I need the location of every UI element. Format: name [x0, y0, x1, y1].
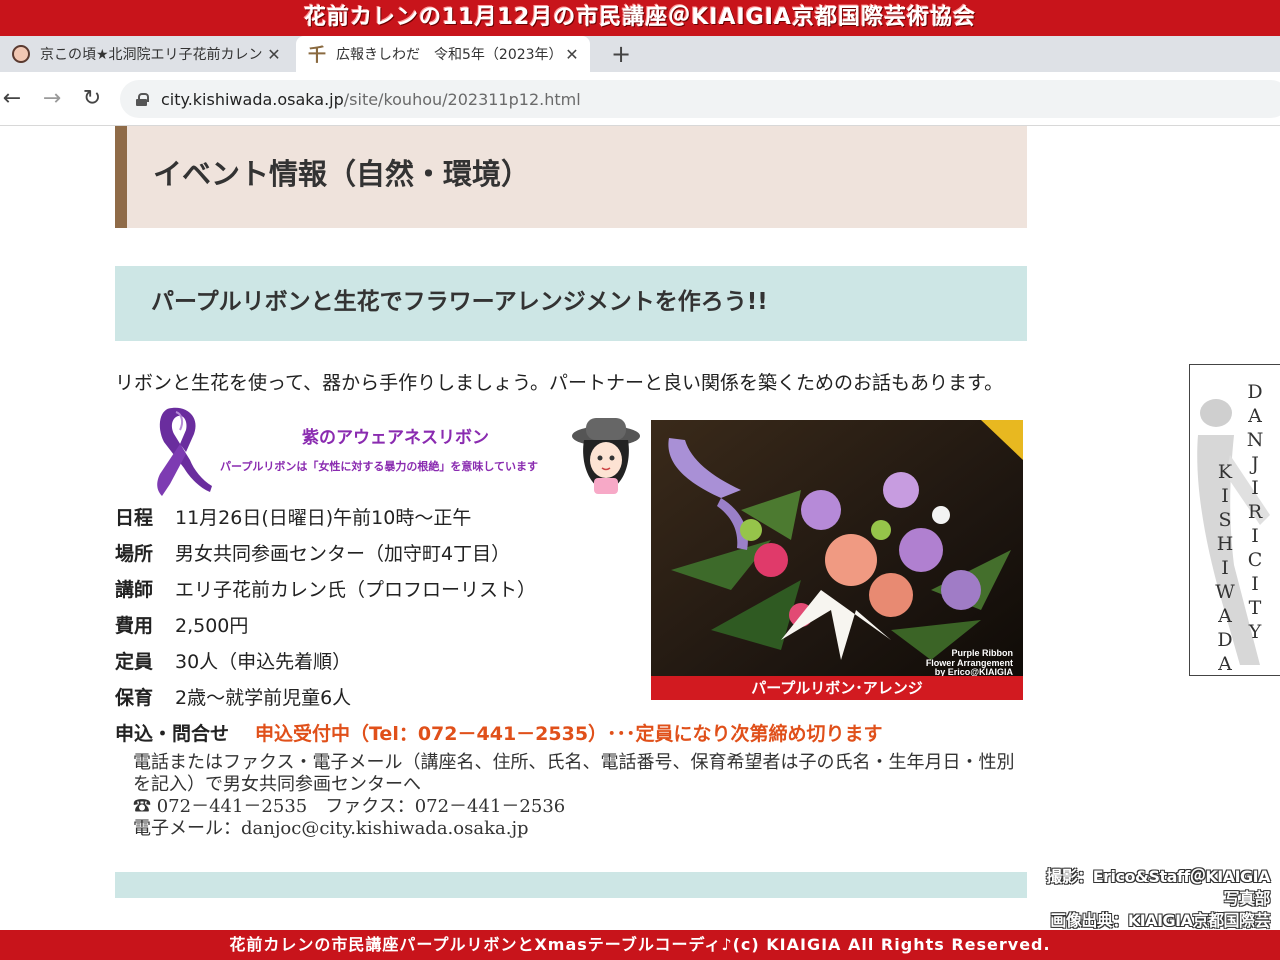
kishiwada-favicon-icon: 千 [308, 45, 326, 66]
new-tab-button[interactable]: + [606, 40, 636, 68]
info-row-capacity: 定員 30人（申込先着順） [115, 642, 655, 678]
info-label: 定員 [115, 650, 154, 673]
info-label: 場所 [115, 542, 154, 565]
close-icon[interactable]: ✕ [560, 45, 584, 64]
info-label: 日程 [115, 506, 154, 529]
url-host: city.kishiwada.osaka.jp [161, 89, 344, 109]
info-label: 講師 [115, 578, 154, 601]
info-row-childcare: 保育 2歳～就学前児童6人 [115, 678, 655, 714]
info-value: 30人（申込先着順） [175, 650, 352, 673]
tab-title: 広報きしわだ 令和5年（2023年） [336, 47, 560, 63]
forward-arrow-icon[interactable]: → [38, 85, 66, 113]
tab-title: 京この頃★北洞院エリ子花前カレン [40, 47, 262, 63]
info-row-date: 日程 11月26日(日曜日)午前10時～正午 [115, 498, 655, 534]
info-row-fee: 費用 2,500円 [115, 606, 655, 642]
apply-row: 申込・問合せ 申込受付中（Tel：072－441－2535）･･･定員になり次第… [115, 716, 1045, 748]
address-bar[interactable]: city.kishiwada.osaka.jp/site/kouhou/2023… [120, 80, 1280, 118]
top-banner: 花前カレンの11月12月の市民講座＠KIAIGIA京都国際芸術協会 [0, 0, 1280, 36]
info-row-instructor: 講師 エリ子花前カレン氏（プロフローリスト） [115, 570, 655, 606]
info-value: 2歳～就学前児童6人 [175, 686, 352, 709]
url-path: /site/kouhou/202311p12.html [343, 89, 581, 109]
browser-toolbar: ← → ↻ city.kishiwada.osaka.jp/site/kouho… [0, 72, 1280, 126]
danjiri-city-logo: DANJIRICITY KISHIWADA [1189, 364, 1280, 676]
logo-text-danjiri-city: DANJIRICITY [1244, 381, 1266, 645]
info-value: 11月26日(日曜日)午前10時～正午 [175, 506, 472, 529]
info-value: 男女共同参画センター（加守町4丁目） [175, 542, 511, 565]
back-arrow-icon[interactable]: ← [0, 85, 26, 113]
ribbon-subtitle: パープルリボンは「女性に対する暴力の根絶」を意味しています [220, 460, 539, 473]
tab-strip: 京この頃★北洞院エリ子花前カレン ✕ 千 広報きしわだ 令和5年（2023年） … [0, 36, 1280, 72]
logo-text-kishiwada: KISHIWADA [1214, 461, 1236, 676]
info-row-place: 場所 男女共同参画センター（加守町4丁目） [115, 534, 655, 570]
avatar-illustration [572, 418, 640, 494]
apply-status: 申込受付中（Tel：072－441－2535）･･･定員になり次第締め切ります [255, 722, 883, 745]
section-heading-events: イベント情報（自然・環境） [115, 126, 1027, 228]
tab-kouhou-kishiwada[interactable]: 千 広報きしわだ 令和5年（2023年） ✕ [296, 36, 590, 72]
info-value: エリ子花前カレン氏（プロフローリスト） [175, 578, 537, 601]
close-icon[interactable]: ✕ [262, 45, 286, 64]
info-label: 保育 [115, 686, 154, 709]
event-info-list: 日程 11月26日(日曜日)午前10時～正午 場所 男女共同参画センター（加守町… [115, 498, 655, 714]
photo-watermark-1: Purple Ribbon [952, 648, 1014, 658]
contact-info: 電話またはファクス・電子メール（講座名、住所、氏名、電話番号、保育希望者は子の氏… [133, 752, 1023, 840]
reload-icon[interactable]: ↻ [78, 85, 106, 113]
next-section-heading [115, 872, 1027, 898]
apply-label: 申込・問合せ [115, 722, 230, 745]
avatar-favicon-icon [12, 45, 30, 63]
photo-caption: パープルリボン･アレンジ [651, 676, 1023, 700]
contact-email[interactable]: 電子メール：danjoc@city.kishiwada.osaka.jp [133, 818, 1023, 840]
contact-phone-fax: ☎ 072－441－2535 ファクス：072－441－2536 [133, 796, 566, 817]
tab-kyo-konogoro[interactable]: 京この頃★北洞院エリ子花前カレン ✕ [0, 36, 292, 72]
url-text[interactable]: city.kishiwada.osaka.jp/site/kouhou/2023… [161, 90, 581, 109]
ribbon-title: 紫のアウェアネスリボン [302, 428, 489, 448]
info-label: 費用 [115, 614, 154, 637]
intro-text: リボンと生花を使って、器から手作りしましょう。パートナーと良い関係を築くためのお… [115, 372, 1004, 394]
lock-icon[interactable] [136, 92, 149, 106]
awareness-ribbon-banner: 紫のアウェアネスリボン パープルリボンは「女性に対する暴力の根絶」を意味していま… [150, 404, 650, 500]
purple-ribbon-icon [157, 407, 640, 496]
article-heading: パープルリボンと生花でフラワーアレンジメントを作ろう!! [115, 266, 1027, 341]
flower-arrangement-photo: Purple Ribbon Flower Arrangement by Eric… [651, 420, 1023, 700]
info-value: 2,500円 [175, 614, 249, 637]
bottom-banner: 花前カレンの市民講座パープルリボンとXmasテーブルコーディ♪(c) KIAIG… [0, 930, 1280, 960]
contact-instructions: 電話またはファクス・電子メール（講座名、住所、氏名、電話番号、保育希望者は子の氏… [133, 752, 1015, 795]
credit-line-1: 撮影：Erico&Staff＠KIAIGIA写真部 [1046, 867, 1270, 908]
